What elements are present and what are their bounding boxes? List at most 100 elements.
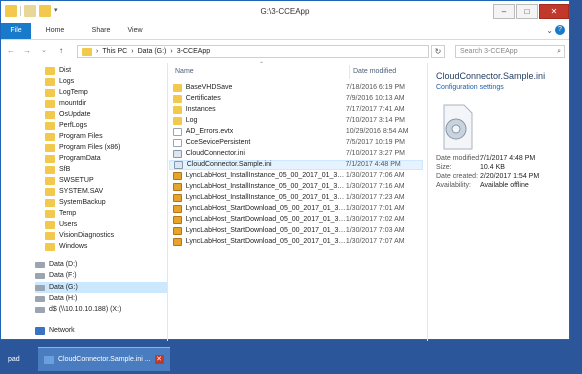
refresh-icon[interactable]: ↻ (431, 45, 445, 58)
nav-item[interactable]: SfB (45, 164, 70, 175)
file-name: Log (185, 117, 198, 124)
app-icon (173, 194, 182, 202)
tab-view[interactable]: View (121, 23, 149, 39)
nav-item[interactable]: SYSTEM.SAV (45, 186, 103, 197)
nav-item-label: Network (49, 327, 75, 334)
breadcrumb-data-g[interactable]: Data (G:) (138, 48, 167, 55)
file-row[interactable]: AD_Errors.evtx 10/29/2016 8:54 AM (169, 127, 423, 137)
breadcrumb-current[interactable]: 3-CCEApp (177, 48, 210, 55)
nav-item[interactable]: mountdir (45, 98, 86, 109)
nav-item-label: SWSETUP (59, 177, 94, 184)
column-separator[interactable] (349, 65, 350, 79)
nav-item[interactable]: LogTemp (45, 87, 88, 98)
file-name: CceSevicePersistent (185, 139, 251, 146)
taskbar-item-pad[interactable]: pad (8, 347, 20, 371)
back-icon[interactable]: ← (7, 46, 15, 55)
detail-value: 7/1/2017 4:48 PM (480, 155, 536, 162)
nav-item[interactable]: VisionDiagnostics (45, 230, 114, 241)
nav-item-label: Program Files (x86) (59, 144, 121, 151)
settings-file-icon (174, 161, 183, 169)
drive-icon (35, 306, 45, 313)
ribbon-expand-icon[interactable]: ⌄ (546, 26, 553, 35)
recent-dropdown-icon[interactable]: ⌄ (41, 46, 47, 54)
navigation-pane[interactable]: Dist Logs LogTemp mountdir OsUpdate PerfLogs P… (29, 63, 168, 341)
close-icon[interactable]: ✕ (154, 355, 164, 364)
nav-item[interactable]: Program Files (x86) (45, 142, 120, 153)
nav-item-label: Dist (59, 67, 72, 74)
nav-item-label: Data (D:) (49, 261, 78, 268)
file-row[interactable]: LyncLabHost_InstallInstance_05_00_2017_0… (169, 193, 423, 203)
nav-item[interactable]: Data (D:) (35, 259, 77, 270)
nav-item[interactable]: Data (H:) (35, 293, 77, 304)
file-list[interactable]: ⌃ Name Date modified BaseVHDSave 7/18/201… (167, 62, 425, 341)
folder-icon (173, 117, 182, 125)
file-row[interactable]: BaseVHDSave 7/18/2016 6:19 PM (169, 83, 423, 93)
nav-item[interactable]: PerfLogs (45, 120, 87, 131)
nav-item[interactable]: OsUpdate (45, 109, 91, 120)
forward-icon[interactable]: → (23, 46, 31, 55)
file-row[interactable]: CloudConnector.Sample.ini 7/1/2017 4:48 P… (169, 160, 423, 170)
file-name: AD_Errors.evtx (185, 128, 234, 135)
folder-icon (45, 99, 55, 108)
file-name: LyncLabHost_StartDownload_05_00_2017_01_… (185, 216, 346, 223)
folder-icon (173, 106, 182, 114)
tab-home[interactable]: Home (41, 23, 69, 39)
file-row[interactable]: Log 7/10/2017 3:14 PM (169, 116, 423, 126)
column-header-name[interactable]: Name (175, 65, 194, 79)
file-row[interactable]: LyncLabHost_InstallInstance_05_00_2017_0… (169, 182, 423, 192)
breadcrumb-separator-icon: › (96, 48, 99, 55)
file-row[interactable]: Instances 7/17/2017 7:41 AM (169, 105, 423, 115)
folder-icon (45, 121, 55, 130)
preview-file-type: Configuration settings (436, 84, 504, 91)
taskbar-app-icon (44, 355, 54, 364)
breadcrumb-this-pc[interactable]: This PC (102, 48, 127, 55)
minimize-button[interactable]: – (493, 4, 515, 19)
file-row[interactable]: LyncLabHost_StartDownload_05_00_2017_01_… (169, 204, 423, 214)
nav-item[interactable]: Temp (45, 208, 76, 219)
taskbar-item-active[interactable]: CloudConnector.Sample.ini ... ✕ (38, 347, 170, 371)
nav-item-label: Data (H:) (49, 295, 78, 302)
folder-icon (173, 84, 182, 92)
tab-file[interactable]: File (1, 23, 31, 39)
search-input[interactable]: Search 3-CCEApp ⌕ (455, 45, 565, 58)
app-icon (173, 216, 182, 224)
tab-share[interactable]: Share (87, 23, 115, 39)
file-date: 1/30/2017 7:02 AM (345, 216, 405, 223)
file-row[interactable]: LyncLabHost_InstallInstance_05_00_2017_0… (169, 171, 423, 181)
nav-item[interactable]: Dist (45, 65, 71, 76)
maximize-button[interactable]: □ (516, 4, 538, 19)
nav-item[interactable]: Data (F:) (35, 270, 77, 281)
file-row[interactable]: LyncLabHost_StartDownload_05_00_2017_01_… (169, 215, 423, 225)
file-date: 7/10/2017 3:14 PM (345, 117, 405, 124)
column-header-date[interactable]: Date modified (353, 65, 396, 79)
nav-item[interactable]: Data (G:) (35, 282, 167, 293)
nav-item[interactable]: SWSETUP (45, 175, 94, 186)
nav-item[interactable]: SystemBackup (45, 197, 106, 208)
nav-item[interactable]: Users (45, 219, 77, 230)
nav-item-label: SfB (59, 166, 71, 173)
nav-item[interactable]: Network (35, 325, 75, 336)
file-row[interactable]: Certificates 7/9/2016 10:13 AM (169, 94, 423, 104)
up-icon[interactable]: ↑ (59, 46, 63, 55)
nav-item[interactable]: Logs (45, 76, 74, 87)
nav-item-label: Data (F:) (49, 272, 77, 279)
folder-icon (45, 88, 55, 97)
taskbar: pad CloudConnector.Sample.ini ... ✕ (0, 342, 582, 374)
help-icon[interactable]: ? (555, 25, 565, 35)
nav-item[interactable]: ProgramData (45, 153, 101, 164)
folder-icon (45, 209, 55, 218)
nav-item-label: d$ (\\10.10.10.188) (X:) (49, 306, 122, 313)
folder-icon (45, 176, 55, 185)
nav-item-label: Data (G:) (49, 284, 78, 291)
file-name: LyncLabHost_InstallInstance_05_00_2017_0… (185, 194, 346, 201)
nav-item[interactable]: Windows (45, 241, 87, 252)
close-button[interactable]: ✕ (539, 4, 569, 19)
nav-item-label: Temp (59, 210, 77, 217)
nav-item[interactable]: d$ (\\10.10.10.188) (X:) (35, 304, 121, 315)
file-row[interactable]: CloudConnector.ini 7/10/2017 3:27 PM (169, 149, 423, 159)
file-row[interactable]: LyncLabHost_StartDownload_05_00_2017_01_… (169, 226, 423, 236)
address-bar[interactable]: › This PC › Data (G:) › 3-CCEApp (77, 45, 429, 58)
file-row[interactable]: LyncLabHost_StartDownload_05_00_2017_01_… (169, 237, 423, 247)
file-row[interactable]: CceSevicePersistent 7/5/2017 10:19 PM (169, 138, 423, 148)
nav-item[interactable]: Program Files (45, 131, 103, 142)
